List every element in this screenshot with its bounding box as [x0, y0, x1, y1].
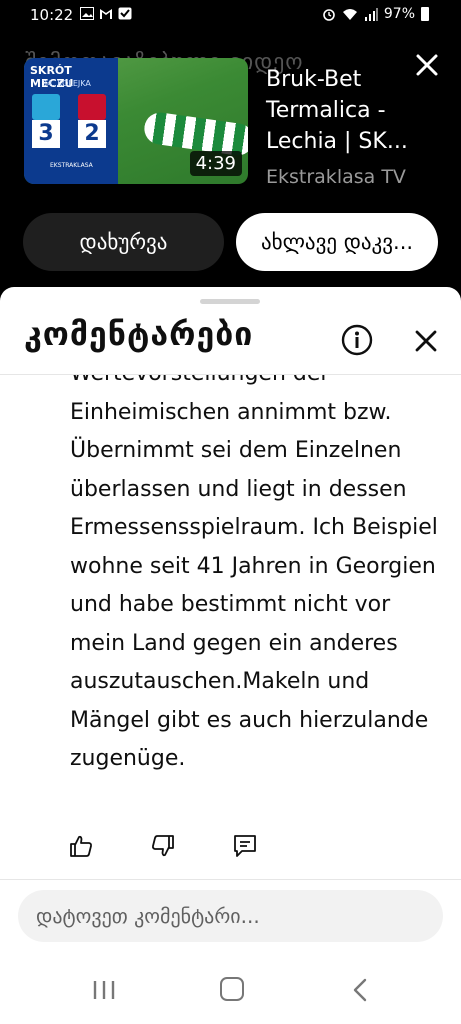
- video-duration: 4:39: [189, 151, 242, 176]
- back-icon[interactable]: [350, 977, 370, 1003]
- thumbnail-round: 34. KOLEJKA: [42, 79, 91, 88]
- navigation-bar: [0, 947, 461, 1024]
- battery-icon: [421, 7, 429, 21]
- thumbnail-score-panel: SKRÓT MECZU 34. KOLEJKA 3 2 EKSTRAKLASA: [24, 58, 118, 184]
- gallery-icon: [80, 7, 94, 20]
- reply-icon[interactable]: [232, 833, 258, 859]
- signal-icon: [364, 7, 378, 21]
- drag-handle[interactable]: [200, 299, 260, 304]
- status-time: 10:22: [30, 6, 74, 24]
- thumbs-down-icon[interactable]: [150, 833, 176, 859]
- home-crest-icon: [32, 94, 60, 120]
- check-box-icon: [118, 7, 132, 20]
- comment-body: Wertevorstellungen der Einheimischen ann…: [70, 361, 438, 771]
- notification-icons: [80, 7, 132, 20]
- comment-actions: [68, 833, 258, 859]
- wifi-icon: [342, 8, 357, 20]
- divider: [0, 879, 461, 880]
- alarm-icon: [323, 9, 335, 21]
- recents-icon[interactable]: [92, 979, 116, 1001]
- home-icon[interactable]: [220, 977, 244, 1001]
- system-icons: 97%: [322, 6, 429, 22]
- away-score: 2: [78, 120, 106, 148]
- info-icon[interactable]: [340, 323, 374, 357]
- thumbs-up-icon[interactable]: [68, 833, 94, 859]
- video-title[interactable]: Bruk-Bet Termalica - Lechia | SK...: [266, 64, 436, 157]
- thumbnail-league: EKSTRAKLASA: [50, 162, 93, 169]
- dismiss-button[interactable]: დახურვა: [23, 213, 224, 271]
- comments-sheet: Wertevorstellungen der Einheimischen ann…: [0, 287, 461, 947]
- away-crest-icon: [78, 94, 106, 120]
- gmail-icon: [100, 9, 112, 19]
- channel-name[interactable]: Ekstraklasa TV: [266, 166, 406, 188]
- comments-title: კომენტარები: [24, 315, 254, 353]
- suggested-video-panel: შემოთავაზებული ვიდეო SKRÓT MECZU 34. KOL…: [0, 32, 461, 287]
- play-now-button[interactable]: ახლავე დაკვ...: [236, 213, 438, 271]
- status-bar: 10:22 97%: [0, 0, 461, 32]
- home-score: 3: [32, 120, 60, 148]
- comments-header: კომენტარები: [0, 305, 461, 375]
- comment-input[interactable]: დატოვეთ კომენტარი...: [18, 890, 443, 942]
- battery-percent: 97%: [383, 6, 415, 22]
- video-thumbnail[interactable]: SKRÓT MECZU 34. KOLEJKA 3 2 EKSTRAKLASA …: [24, 58, 248, 184]
- close-icon[interactable]: [412, 50, 442, 80]
- close-comments-icon[interactable]: [410, 325, 442, 357]
